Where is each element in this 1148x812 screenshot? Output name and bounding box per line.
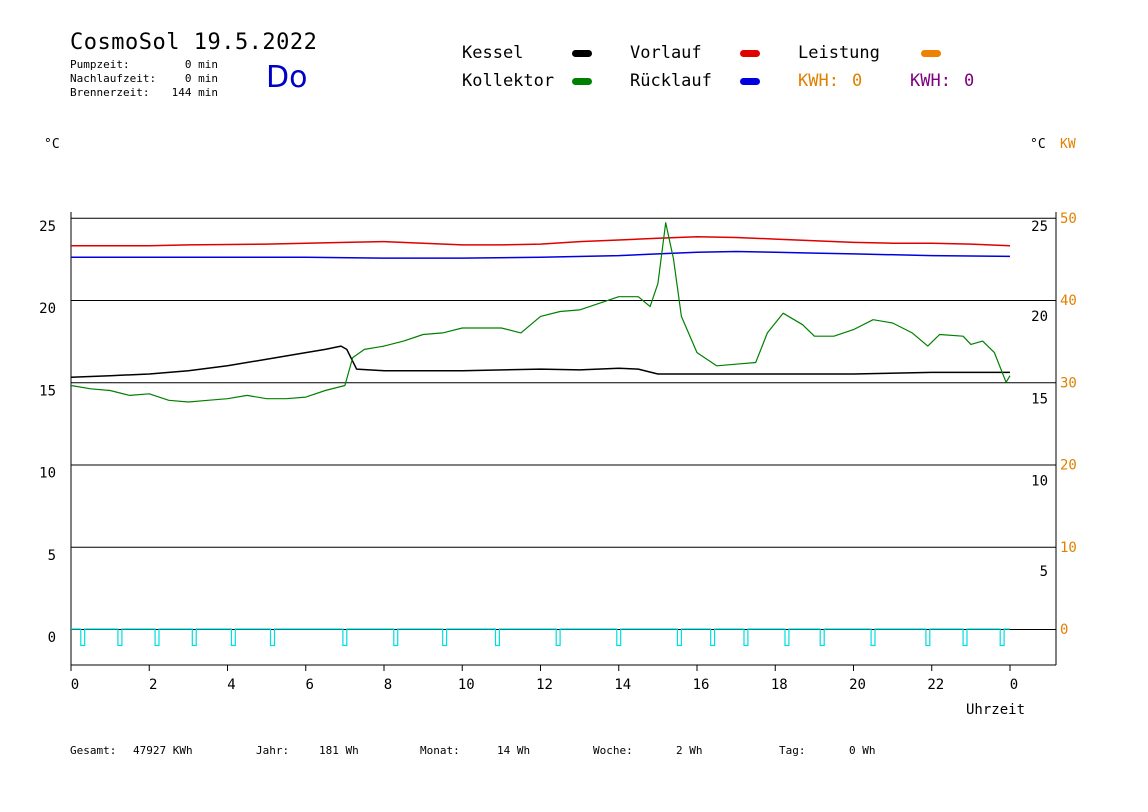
x-tick-label: 14 bbox=[614, 677, 631, 693]
grid-layer bbox=[70, 212, 1057, 671]
tick-label-layer: 0 2 4 6 8 10 12 14 16 18 20 22 025201510502520151055… bbox=[39, 211, 1077, 693]
y-kw-tick-label: 20 bbox=[1060, 458, 1077, 474]
series-line-rcklauf bbox=[71, 250, 1011, 259]
y-kw-tick-label: 30 bbox=[1060, 375, 1077, 391]
x-tick-label: 4 bbox=[227, 677, 235, 693]
y-right-tick-label: 20 bbox=[1031, 309, 1048, 325]
y-right-tick-label: 10 bbox=[1031, 474, 1048, 490]
x-tick-label: 22 bbox=[927, 677, 944, 693]
x-tick-label: 0 bbox=[1010, 677, 1018, 693]
y-right-tick-label: 5 bbox=[1040, 564, 1048, 580]
x-tick-label: 10 bbox=[458, 677, 475, 693]
y-left-tick-label: 10 bbox=[39, 466, 56, 482]
x-tick-label: 18 bbox=[771, 677, 788, 693]
y-left-tick-label: 20 bbox=[39, 301, 56, 317]
chart-svg: 0 2 4 6 8 10 12 14 16 18 20 22 025201510502520151055… bbox=[39, 211, 1077, 693]
y-kw-tick-label: 0 bbox=[1060, 622, 1068, 638]
y-kw-tick-label: 50 bbox=[1060, 211, 1077, 227]
y-right-tick-label: 15 bbox=[1031, 391, 1048, 407]
series-line-kollektor bbox=[70, 222, 1011, 403]
series-line-vorlauf bbox=[71, 235, 1011, 247]
y-right-tick-label: 25 bbox=[1031, 219, 1048, 235]
y-left-tick-label: 15 bbox=[39, 383, 56, 399]
x-tick-label: 20 bbox=[849, 677, 866, 693]
y-left-tick-label: 25 bbox=[39, 219, 56, 235]
x-tick-label: 6 bbox=[306, 677, 314, 693]
x-tick-label: 8 bbox=[384, 677, 392, 693]
footer-gesamt-label: Gesamt: bbox=[70, 744, 117, 757]
series-layer bbox=[70, 222, 1011, 647]
series-line-kessel bbox=[70, 345, 1010, 379]
footer-jahr-value: 181 Wh bbox=[319, 744, 359, 757]
x-tick-label: 16 bbox=[693, 677, 710, 693]
y-left-tick-label: 5 bbox=[48, 548, 56, 564]
y-kw-tick-label: 40 bbox=[1060, 293, 1077, 309]
x-axis-label: Uhrzeit bbox=[966, 702, 1026, 718]
series-line-leistung bbox=[71, 628, 1010, 647]
footer-jahr-label: Jahr: bbox=[256, 744, 290, 757]
y-kw-tick-label: 10 bbox=[1060, 540, 1077, 556]
x-tick-label: 12 bbox=[536, 677, 553, 693]
footer-monat-label: Monat: bbox=[420, 744, 460, 757]
x-tick-label: 2 bbox=[149, 677, 157, 693]
footer-woche-value: 2 Wh bbox=[676, 744, 703, 757]
footer-tag-label: Tag: bbox=[779, 744, 806, 757]
footer-woche-label: Woche: bbox=[593, 744, 633, 757]
x-tick-label: 0 bbox=[71, 677, 79, 693]
footer-tag-value: 0 Wh bbox=[849, 744, 876, 757]
footer-monat-value: 14 Wh bbox=[497, 744, 531, 757]
y-left-tick-label: 0 bbox=[48, 630, 56, 646]
footer-gesamt-value: 47927 KWh bbox=[133, 744, 193, 757]
